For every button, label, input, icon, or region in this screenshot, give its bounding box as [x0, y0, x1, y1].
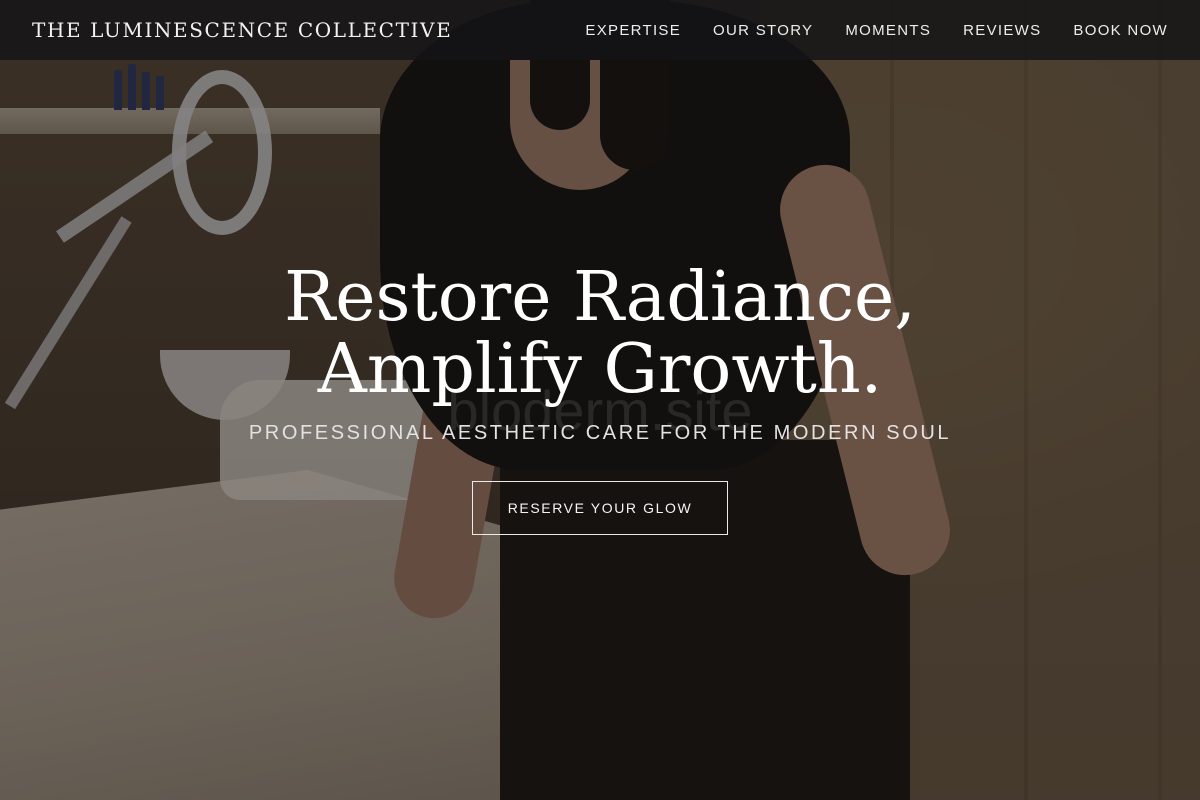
nav-link-book-now[interactable]: BOOK NOW [1073, 22, 1168, 39]
nav-link-moments[interactable]: MOMENTS [845, 22, 931, 39]
hero-headline-line-1: Restore Radiance, [284, 258, 916, 337]
brand-logo[interactable]: THE LUMINESCENCE COLLECTIVE [32, 18, 452, 42]
reserve-your-glow-button[interactable]: RESERVE YOUR GLOW [472, 481, 728, 535]
nav-link-our-story[interactable]: OUR STORY [713, 22, 813, 39]
nav-link-reviews[interactable]: REVIEWS [963, 22, 1041, 39]
hero-subtitle: PROFESSIONAL AESTHETIC CARE FOR THE MODE… [248, 422, 952, 444]
site-header: THE LUMINESCENCE COLLECTIVE EXPERTISE OU… [0, 0, 1200, 60]
hero-content: Restore Radiance, Amplify Growth. PROFES… [0, 262, 1200, 535]
hero-section: THE LUMINESCENCE COLLECTIVE EXPERTISE OU… [0, 0, 1200, 800]
nav-link-expertise[interactable]: EXPERTISE [585, 22, 681, 39]
main-nav: EXPERTISE OUR STORY MOMENTS REVIEWS BOOK… [585, 22, 1168, 39]
hero-headline: Restore Radiance, Amplify Growth. [0, 262, 1200, 406]
hero-headline-line-2: Amplify Growth. [317, 330, 883, 409]
